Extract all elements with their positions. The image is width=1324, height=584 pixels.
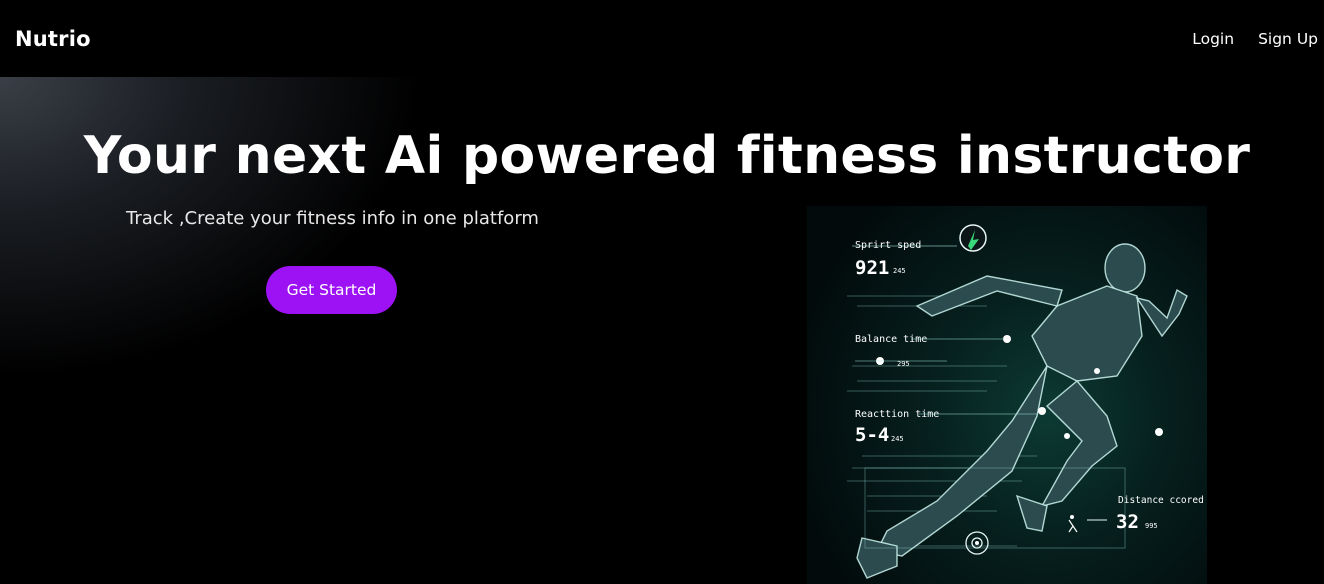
stat-value-reaction: 5-4: [855, 424, 889, 446]
stat-value-distance: 32: [1116, 511, 1139, 533]
brand-logo[interactable]: Nutrio: [15, 27, 91, 51]
top-navbar: Nutrio Login Sign Up: [0, 0, 1324, 77]
stat-unit-reaction: 245: [891, 435, 904, 443]
nav-links: Login Sign Up: [1192, 30, 1318, 48]
login-link[interactable]: Login: [1192, 30, 1234, 48]
stat-unit-sprint: 245: [893, 267, 906, 275]
stat-unit-balance: 295: [897, 360, 910, 368]
hero-section: Your next Ai powered fitness instructor …: [0, 77, 1324, 584]
stat-label-sprint: Sprirt sped: [855, 240, 921, 251]
stat-value-sprint: 921: [855, 257, 889, 279]
stat-label-distance: Distance ccored: [1118, 495, 1204, 506]
stat-unit-distance: 995: [1145, 522, 1158, 530]
signup-link[interactable]: Sign Up: [1258, 30, 1318, 48]
get-started-button[interactable]: Get Started: [266, 266, 397, 314]
hero-title: Your next Ai powered fitness instructor: [83, 126, 1251, 186]
target-icon: [965, 531, 989, 555]
runner-mini-icon: [1068, 515, 1078, 533]
hero-subtitle: Track ,Create your fitness info in one p…: [126, 208, 539, 229]
runner-illustration: Sprirt sped 921 245 Balance time 295 Rea…: [847, 224, 1204, 579]
hero-fitness-illustration: Sprirt sped 921 245 Balance time 295 Rea…: [807, 206, 1207, 584]
